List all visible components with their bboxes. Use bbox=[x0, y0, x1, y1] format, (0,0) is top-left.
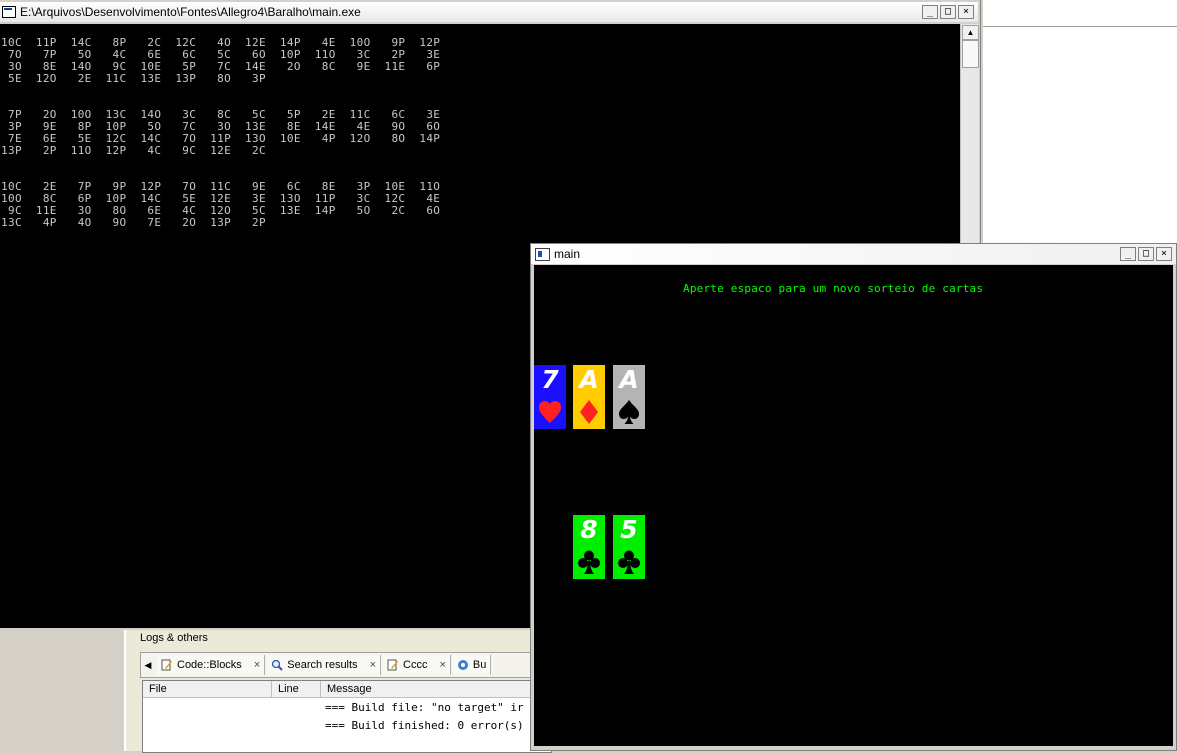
document-edit-icon bbox=[387, 659, 399, 671]
console-close-button[interactable]: × bbox=[958, 5, 974, 19]
main-maximize-button[interactable]: □ bbox=[1138, 247, 1154, 261]
main-window: main _ □ × Aperte espaco para um novo so… bbox=[530, 243, 1177, 751]
scroll-up-arrow-icon[interactable]: ▲ bbox=[962, 25, 979, 40]
tab-close-icon[interactable]: × bbox=[439, 659, 445, 671]
tab-label: Code::Blocks bbox=[177, 659, 242, 671]
tab-label: Bu bbox=[472, 659, 487, 671]
tab-cccc[interactable]: Cccc × bbox=[383, 655, 451, 675]
table-row[interactable]: === Build finished: 0 error(s) bbox=[325, 719, 524, 732]
search-icon bbox=[271, 659, 283, 671]
playing-card: A bbox=[613, 365, 645, 429]
spade-icon bbox=[619, 400, 639, 424]
main-app-icon bbox=[535, 247, 550, 261]
column-header-message[interactable]: Message bbox=[321, 681, 527, 697]
document-edit-icon bbox=[161, 659, 173, 671]
card-rank: 5 bbox=[620, 515, 638, 544]
console-titlebar[interactable]: E:\Arquivos\Desenvolvimento\Fontes\Alleg… bbox=[0, 2, 978, 22]
logs-panel: Logs & others ◀ Code::Blocks × Search re… bbox=[124, 630, 552, 753]
desktop-divider bbox=[983, 26, 1177, 27]
console-output-text: 10C 11P 14C 8P 2C 12C 4O 12E 14P 4E 10O … bbox=[1, 36, 441, 229]
console-title: E:\Arquivos\Desenvolvimento\Fontes\Alleg… bbox=[20, 5, 361, 19]
club-icon bbox=[618, 550, 640, 574]
playing-card: A bbox=[573, 365, 605, 429]
tab-search-results[interactable]: Search results × bbox=[267, 655, 381, 675]
card-rank: A bbox=[579, 365, 599, 394]
console-app-icon bbox=[2, 6, 16, 18]
column-header-line[interactable]: Line bbox=[272, 681, 321, 697]
instruction-message: Aperte espaco para um novo sorteio de ca… bbox=[683, 282, 984, 295]
card-rank: 8 bbox=[580, 515, 598, 544]
playing-card: 8 bbox=[573, 515, 605, 579]
logs-panel-title: Logs & others bbox=[140, 632, 208, 644]
tab-close-icon[interactable]: × bbox=[370, 659, 376, 671]
tab-build[interactable]: Bu bbox=[452, 655, 492, 675]
diamond-icon bbox=[580, 400, 598, 424]
tab-close-icon[interactable]: × bbox=[254, 659, 260, 671]
playing-card: 7 bbox=[534, 365, 566, 429]
heart-icon bbox=[539, 401, 561, 423]
tab-label: Search results bbox=[287, 659, 358, 671]
main-close-button[interactable]: × bbox=[1156, 247, 1172, 261]
build-log-table: File Line Message === Build file: "no ta… bbox=[142, 680, 552, 753]
table-header: File Line Message bbox=[143, 681, 551, 698]
tab-scroll-left-icon[interactable]: ◀ bbox=[141, 660, 155, 671]
club-icon bbox=[578, 550, 600, 574]
column-header-file[interactable]: File bbox=[143, 681, 272, 697]
console-maximize-button[interactable]: □ bbox=[940, 5, 956, 19]
main-titlebar[interactable]: main _ □ × bbox=[531, 244, 1176, 264]
game-canvas[interactable]: Aperte espaco para um novo sorteio de ca… bbox=[534, 265, 1173, 746]
card-rank: A bbox=[619, 365, 639, 394]
table-row[interactable]: === Build file: "no target" ir bbox=[325, 701, 524, 714]
card-rank: 7 bbox=[541, 365, 559, 394]
main-minimize-button[interactable]: _ bbox=[1120, 247, 1136, 261]
scroll-thumb[interactable] bbox=[962, 40, 979, 68]
main-window-title: main bbox=[554, 247, 581, 261]
playing-card: 5 bbox=[613, 515, 645, 579]
gear-icon bbox=[457, 659, 469, 671]
tab-codeblocks[interactable]: Code::Blocks × bbox=[157, 655, 266, 675]
console-minimize-button[interactable]: _ bbox=[922, 5, 938, 19]
tab-label: Cccc bbox=[403, 659, 428, 671]
logs-tab-bar: ◀ Code::Blocks × Search results × Cccc × bbox=[140, 652, 552, 678]
